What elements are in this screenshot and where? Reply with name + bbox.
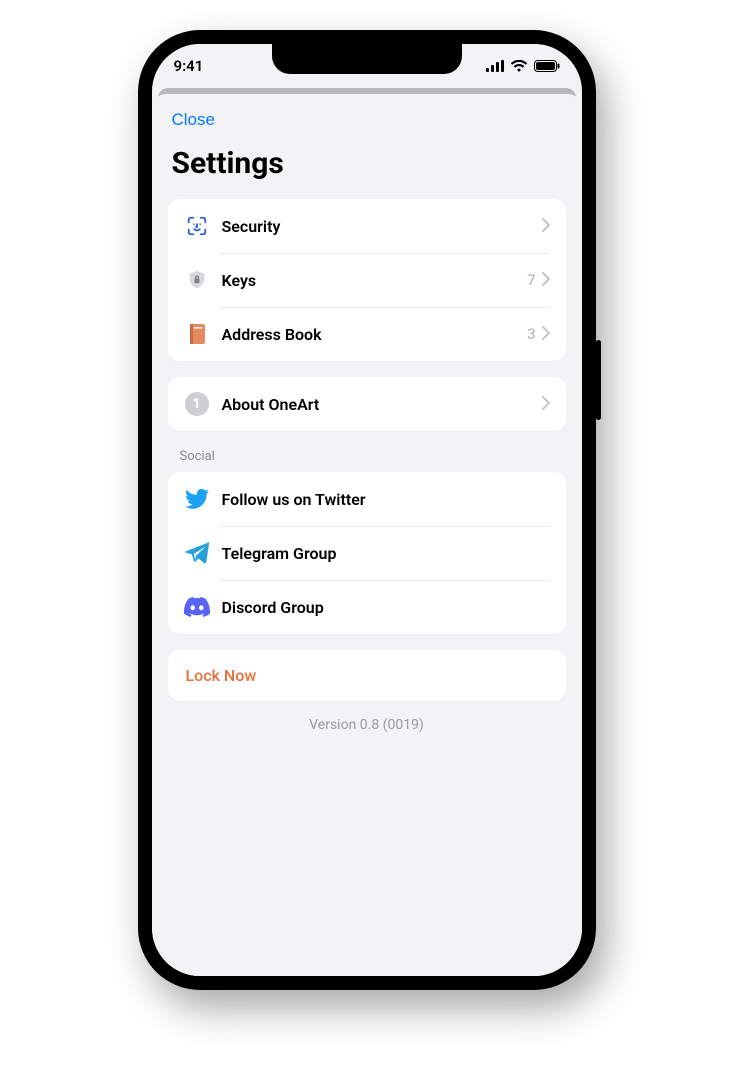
settings-item-keys[interactable]: Keys 7 [168,253,566,307]
page-title: Settings [172,146,562,181]
settings-social-group: Follow us on Twitter Telegram Group [168,472,566,634]
lock-group: Lock Now [168,650,566,701]
cellular-icon [486,60,504,72]
section-header-social: Social [180,449,554,464]
settings-item-security[interactable]: Security [168,199,566,253]
notch [272,44,462,74]
status-time: 9:41 [174,57,204,75]
faceid-icon [184,213,210,239]
device-side-button [596,340,601,420]
twitter-icon [184,486,210,512]
wifi-icon [510,60,528,72]
settings-item-value: 7 [527,271,535,289]
settings-item-about[interactable]: 1 About OneArt [168,377,566,431]
chevron-right-icon [542,395,550,414]
battery-icon [534,60,560,72]
screen: 9:41 Close Setti [152,44,582,976]
version-label: Version 0.8 (0019) [152,717,582,733]
chevron-right-icon [542,217,550,236]
chevron-right-icon [542,271,550,290]
settings-item-label: Keys [222,271,528,290]
settings-item-label: Address Book [222,325,528,344]
settings-about-group: 1 About OneArt [168,377,566,431]
about-icon: 1 [184,391,210,417]
social-item-discord[interactable]: Discord Group [168,580,566,634]
lock-now-button[interactable]: Lock Now [168,650,566,701]
settings-main-group: Security [168,199,566,361]
lock-now-label: Lock Now [186,666,257,685]
device-frame: 9:41 Close Setti [138,30,596,990]
social-item-label: Discord Group [222,598,550,617]
settings-item-label: About OneArt [222,395,542,414]
telegram-icon [184,540,210,566]
settings-item-value: 3 [527,325,535,343]
social-item-label: Follow us on Twitter [222,490,550,509]
social-item-label: Telegram Group [222,544,550,563]
close-button[interactable]: Close [172,110,215,130]
settings-sheet: Close Settings [152,94,582,976]
address-book-icon [184,321,210,347]
discord-icon [184,594,210,620]
social-item-twitter[interactable]: Follow us on Twitter [168,472,566,526]
settings-item-address-book[interactable]: Address Book 3 [168,307,566,361]
social-item-telegram[interactable]: Telegram Group [168,526,566,580]
settings-item-label: Security [222,217,542,236]
chevron-right-icon [542,325,550,344]
shield-lock-icon [184,267,210,293]
